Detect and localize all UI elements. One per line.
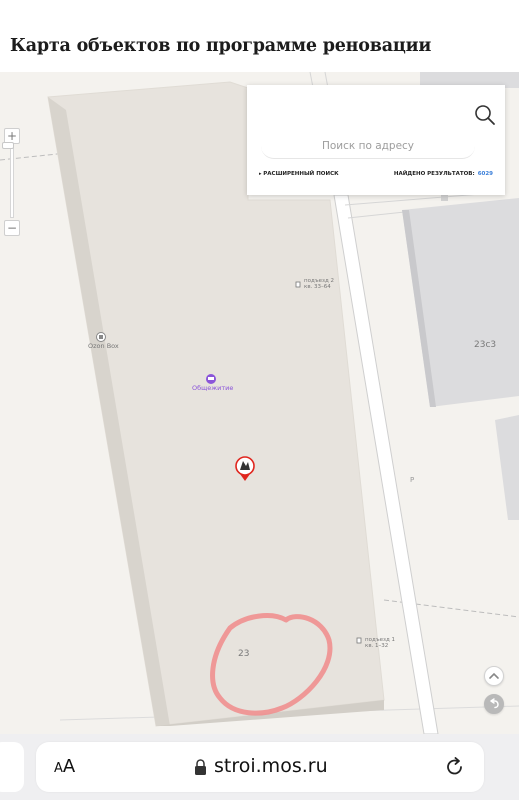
url-text[interactable]: stroi.mos.ru: [214, 755, 328, 777]
building-label-23c3: 23с3: [474, 340, 497, 350]
search-panel: ▸ РАСШИРЕННЫЙ ПОИСК НАЙДЕНО РЕЗУЛЬТАТОВ:…: [247, 85, 505, 195]
building-right[interactable]: [495, 415, 519, 520]
parking-label: P: [410, 476, 415, 484]
bed-icon[interactable]: [206, 374, 216, 384]
lock-icon: [195, 759, 206, 775]
results-counter: НАЙДЕНО РЕЗУЛЬТАТОВ: 6029: [393, 171, 493, 177]
search-icon: [475, 105, 495, 125]
zoom-out-button[interactable]: −: [4, 220, 20, 236]
search-button[interactable]: [473, 103, 497, 127]
results-count: 6029: [477, 171, 493, 177]
location-up-button[interactable]: [484, 666, 504, 686]
entrance-1-label: подъезд 1 кв. 1–32: [365, 637, 396, 649]
building-label-23: 23: [238, 649, 250, 659]
previous-tab[interactable]: [0, 742, 24, 792]
text-size-button[interactable]: AA: [54, 756, 75, 777]
undo-icon: [490, 698, 499, 709]
back-button[interactable]: [484, 694, 504, 714]
entrance-2-label: подъезд 2 кв. 33–64: [304, 278, 335, 290]
advanced-search-link[interactable]: ▸ РАСШИРЕННЫЙ ПОИСК: [259, 171, 339, 177]
package-icon[interactable]: [96, 332, 106, 342]
reload-icon[interactable]: [444, 756, 466, 778]
poi-dorm-label[interactable]: Общежитие: [192, 384, 233, 392]
address-bar[interactable]: AA stroi.mos.ru: [36, 742, 484, 792]
page-title: Карта объектов по программе реновации: [10, 36, 432, 56]
address-search-input[interactable]: [261, 133, 475, 159]
zoom-thumb[interactable]: [2, 142, 14, 149]
browser-toolbar: AA stroi.mos.ru: [0, 734, 519, 800]
page-header: Карта объектов по программе реновации: [0, 0, 519, 72]
chevron-up-icon: [489, 672, 499, 679]
door-icon: [356, 637, 362, 644]
poi-ozon-label[interactable]: Ozon Box: [88, 342, 119, 350]
door-icon: [295, 281, 301, 288]
zoom-track[interactable]: [10, 146, 14, 218]
